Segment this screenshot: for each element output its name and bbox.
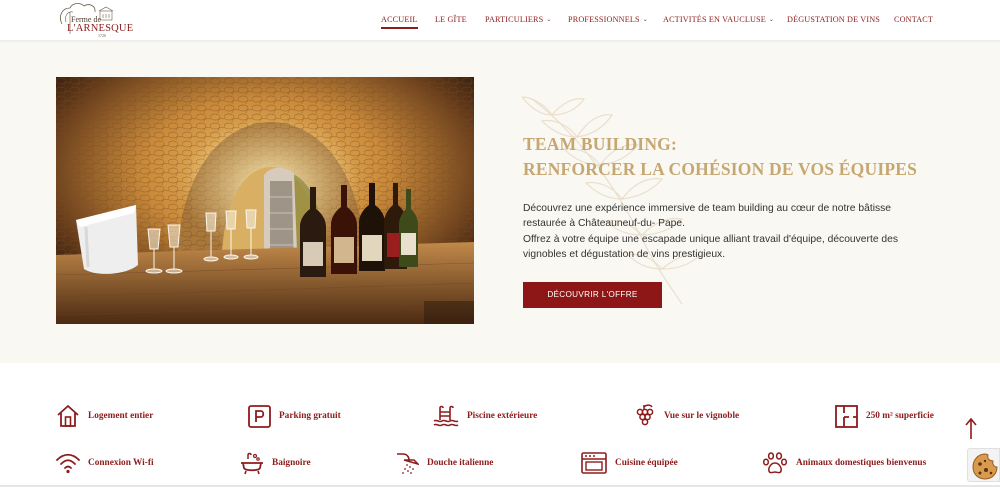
amenity-item: Vue sur le vignoble <box>633 403 739 429</box>
amenity-item: Douche italienne <box>395 450 493 476</box>
hero-title: TEAM BUILDING: RENFORCER LA COHÉSION DE … <box>523 132 917 182</box>
nav-label: PROFESSIONNELS <box>568 15 640 24</box>
arrow-up-icon <box>965 417 977 439</box>
hero-paragraph-1: Découvrez une expérience immersive de te… <box>523 203 892 230</box>
amenity-item: Baignoire <box>240 450 311 476</box>
house-icon <box>57 405 79 427</box>
amenity-item: Logement entier <box>56 403 153 429</box>
nav-item-particuliers[interactable]: PARTICULIERS ⌄ <box>485 15 552 24</box>
pool-icon <box>433 405 459 427</box>
grapes-icon <box>636 404 654 426</box>
cookie-icon <box>972 453 998 480</box>
amenity-label: Cuisine équipée <box>615 458 678 468</box>
amenity-label: Parking gratuit <box>279 411 341 421</box>
site-header: 1726 Ferme de L'ARNESQUE ACCUEIL LE GÎTE… <box>0 0 1000 41</box>
paw-icon <box>763 452 788 474</box>
chevron-down-icon: ⌄ <box>642 17 648 23</box>
cookie-settings-button[interactable] <box>967 448 1000 482</box>
amenity-item: Animaux domestiques bienvenus <box>763 450 926 476</box>
amenity-label: 250 m² superficie <box>866 411 934 421</box>
nav-label: LE GÎTE <box>435 15 467 24</box>
hero-description: Découvrez une expérience immersive de te… <box>523 201 923 262</box>
hero-paragraph-2: Offrez à votre équipe une escapade uniqu… <box>523 233 899 260</box>
amenity-item: Parking gratuit <box>248 403 341 429</box>
nav-label: DÉGUSTATION DE VINS <box>787 15 881 24</box>
nav-item-contact[interactable]: CONTACT <box>894 15 933 24</box>
amenities-section: Logement entier Parking gratuit Piscine … <box>0 363 1000 487</box>
amenity-label: Animaux domestiques bienvenus <box>796 458 927 468</box>
wine-cellar-image <box>56 77 474 324</box>
nav-item-accueil[interactable]: ACCUEIL <box>381 15 418 29</box>
nav-label: PARTICULIERS <box>485 15 544 24</box>
nav-item-professionnels[interactable]: PROFESSIONNELS ⌄ <box>568 15 648 24</box>
hero-title-line-2: RENFORCER LA COHÉSION DE VOS ÉQUIPES <box>523 159 918 179</box>
chevron-down-icon: ⌄ <box>768 17 775 23</box>
parking-icon <box>248 404 271 428</box>
bathtub-icon <box>241 452 263 475</box>
nav-item-activites[interactable]: ACTIVITÉS EN VAUCLUSE ⌄ <box>663 15 774 24</box>
nav-label: ACCUEIL <box>381 15 418 24</box>
wifi-icon <box>56 453 80 474</box>
amenity-item: Piscine extérieure <box>433 403 537 429</box>
discover-offer-button[interactable]: DÉCOUVRIR L'OFFRE <box>523 282 662 308</box>
chevron-down-icon: ⌄ <box>546 17 552 23</box>
hero-title-line-1: TEAM BUILDING: <box>523 134 677 154</box>
amenity-item: 250 m² superficie <box>835 403 934 429</box>
olive-branch-icon <box>522 96 702 305</box>
nav-label: CONTACT <box>894 15 934 24</box>
floorplan-icon <box>835 404 858 428</box>
amenity-label: Douche italienne <box>427 458 494 468</box>
nav-item-le-gite[interactable]: LE GÎTE <box>435 15 467 24</box>
scroll-to-top-button[interactable] <box>963 417 979 441</box>
shower-icon <box>397 453 419 474</box>
wine-cellar-photo <box>56 77 474 324</box>
nav-item-degustation[interactable]: DÉGUSTATION DE VINS <box>787 15 880 24</box>
amenity-item: Connexion Wi-fi <box>56 450 154 476</box>
nav-label: ACTIVITÉS EN VAUCLUSE <box>663 15 766 24</box>
amenity-label: Baignoire <box>272 458 311 468</box>
oven-icon <box>581 452 607 474</box>
amenity-label: Vue sur le vignoble <box>664 411 740 421</box>
hero-section: TEAM BUILDING: RENFORCER LA COHÉSION DE … <box>0 41 1000 363</box>
amenity-label: Piscine extérieure <box>467 411 538 421</box>
amenity-label: Connexion Wi-fi <box>88 458 154 468</box>
amenity-label: Logement entier <box>88 411 154 421</box>
amenity-item: Cuisine équipée <box>581 450 678 476</box>
main-nav: ACCUEIL LE GÎTE PARTICULIERS ⌄ PROFESSION… <box>0 0 1000 41</box>
